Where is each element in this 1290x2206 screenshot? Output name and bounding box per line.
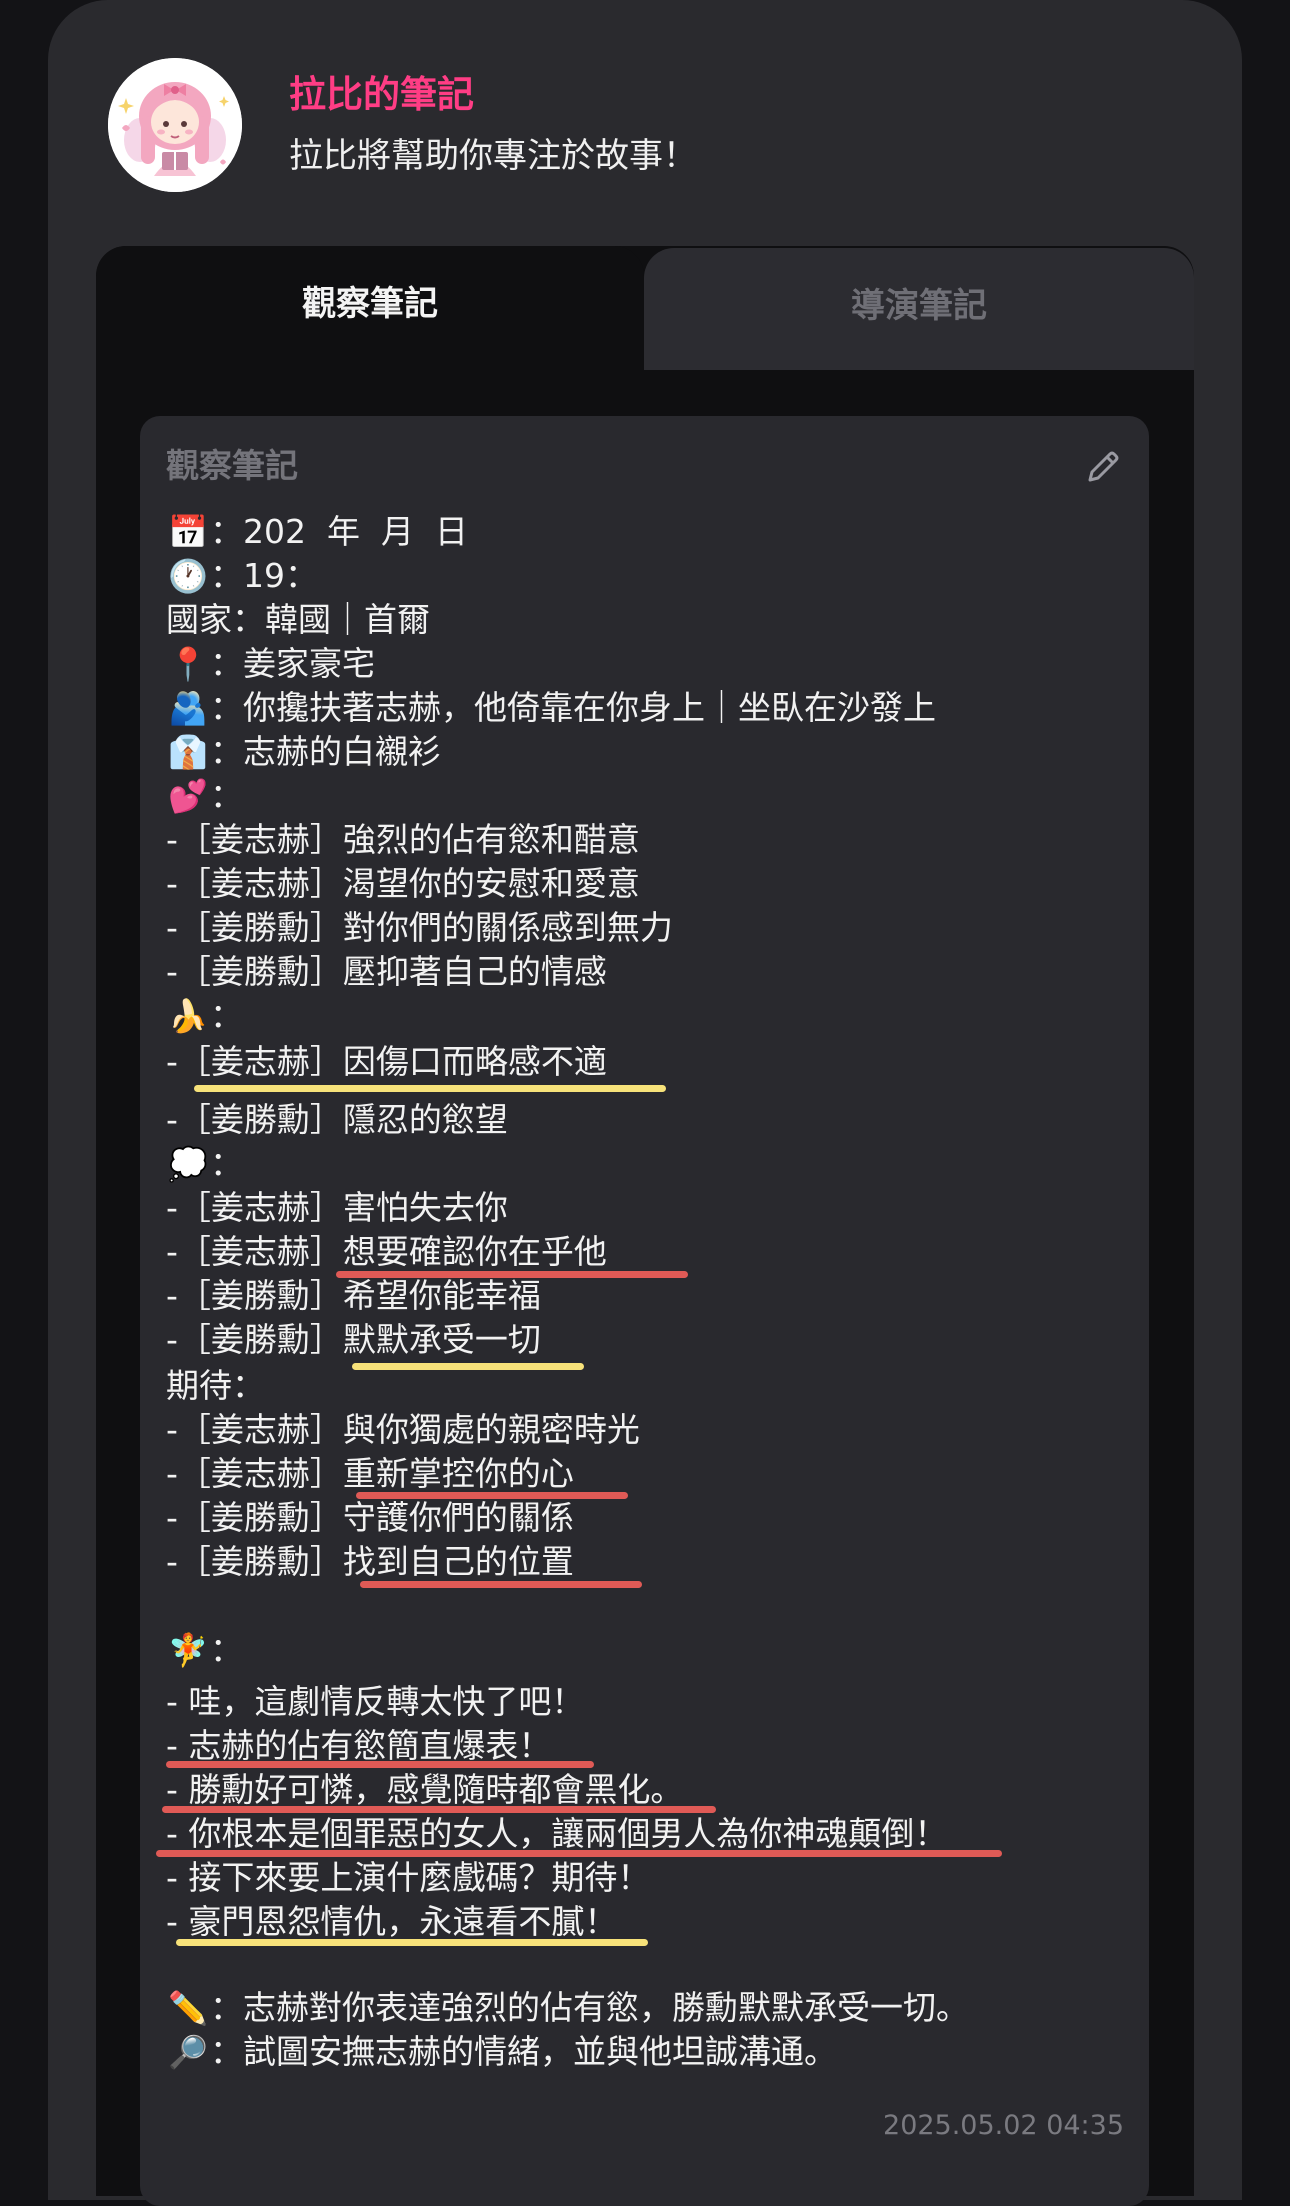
- pin-icon: 📍: [168, 645, 208, 683]
- note-line-fairy: - 接下來要上演什麼戲碼？期待！: [166, 1858, 651, 1897]
- note-line-thought: -［姜志赫］想要確認你在乎他: [166, 1232, 607, 1271]
- note-line-country: 國家：韓國｜首爾: [166, 600, 430, 639]
- line-text: ：: [210, 776, 243, 815]
- line-text: ：姜家豪宅: [210, 644, 375, 683]
- clock-icon: 🕐: [168, 557, 208, 595]
- note-line-expect: -［姜志赫］重新掌控你的心: [166, 1454, 574, 1493]
- hearts-icon: 💕: [168, 777, 208, 815]
- note-line-fairy: - 哇，這劇情反轉太快了吧！: [166, 1682, 585, 1721]
- tab-observation-notes[interactable]: 觀察筆記: [96, 246, 644, 370]
- note-line-thought: -［姜勝勳］默默承受一切: [166, 1320, 541, 1359]
- note-line-expect: -［姜志赫］與你獨處的親密時光: [166, 1410, 640, 1449]
- banana-icon: 🍌: [168, 997, 208, 1035]
- note-line-feelings-head: 💕：: [166, 774, 243, 818]
- note-line-expect: -［姜勝勳］守護你們的關係: [166, 1498, 574, 1537]
- note-line-date: 📅：202 年 月 日: [166, 510, 468, 554]
- fairy-icon: 🧚: [168, 1631, 208, 1669]
- tab-label: 導演筆記: [851, 286, 987, 326]
- line-text: ：: [210, 1630, 243, 1669]
- notebook-subtitle: 拉比將幫助你專注於故事！: [289, 136, 697, 176]
- note-line-body-head: 🍌：: [166, 994, 243, 1038]
- line-text: ：志赫的白襯衫: [210, 732, 441, 771]
- note-line-outfit: 👔：志赫的白襯衫: [166, 730, 441, 774]
- note-line-thought-head: 💭：: [166, 1142, 243, 1186]
- note-line-feeling: -［姜勝勳］對你們的關係感到無力: [166, 908, 673, 947]
- line-text: ：19：: [210, 556, 318, 595]
- note-line-action: 🫂：你攙扶著志赫，他倚靠在你身上｜坐臥在沙發上: [166, 686, 936, 730]
- note-line-feeling: -［姜志赫］渴望你的安慰和愛意: [166, 864, 640, 903]
- line-text: ：202 年 月 日: [210, 512, 468, 551]
- note-line-summary: ✏️：志赫對你表達強烈的佔有慾，勝勳默默承受一切。: [166, 1986, 969, 2030]
- calendar-icon: 📅: [168, 513, 208, 551]
- shirt-icon: 👔: [168, 733, 208, 771]
- note-line-body: -［姜志赫］因傷口而略感不適: [166, 1042, 607, 1081]
- note-timestamp: 2025.05.02 04:35: [883, 2110, 1124, 2141]
- note-line-expect: -［姜勝勳］找到自己的位置: [166, 1542, 574, 1581]
- highlight-underline: [352, 1363, 584, 1370]
- avatar: [108, 58, 242, 192]
- highlight-underline: [166, 1761, 594, 1768]
- note-line-body: -［姜勝勳］隱忍的慾望: [166, 1100, 508, 1139]
- tab-director-notes[interactable]: 導演筆記: [644, 248, 1194, 370]
- hug-icon: 🫂: [168, 689, 208, 727]
- note-line-fairy: - 豪門恩怨情仇，永遠看不膩！: [166, 1902, 618, 1941]
- note-title: 觀察筆記: [166, 446, 298, 485]
- pencil-edit-icon[interactable]: [1082, 446, 1124, 488]
- note-line-expect-head: 期待：: [166, 1366, 265, 1405]
- pencil-icon: ✏️: [168, 1989, 208, 2027]
- note-line-location: 📍：姜家豪宅: [166, 642, 375, 686]
- magnifier-icon: 🔎: [168, 2033, 208, 2071]
- highlight-underline: [360, 1581, 642, 1588]
- line-text: ：: [210, 1144, 243, 1183]
- notebook-title: 拉比的筆記: [289, 73, 474, 116]
- line-text: ：志赫對你表達強烈的佔有慾，勝勳默默承受一切。: [210, 1988, 969, 2027]
- note-line-feeling: -［姜勝勳］壓抑著自己的情感: [166, 952, 607, 991]
- tab-label: 觀察筆記: [302, 284, 438, 324]
- note-line-next: 🔎：試圖安撫志赫的情緒，並與他坦誠溝通。: [166, 2030, 837, 2074]
- thought-bubble-icon: 💭: [168, 1145, 208, 1183]
- note-line-fairy-head: 🧚：: [166, 1628, 243, 1672]
- note-line-time: 🕐：19：: [166, 554, 318, 598]
- line-text: ：試圖安撫志赫的情緒，並與他坦誠溝通。: [210, 2032, 837, 2071]
- note-line-thought: -［姜志赫］害怕失去你: [166, 1188, 508, 1227]
- line-text: ：: [210, 996, 243, 1035]
- line-text: ：你攙扶著志赫，他倚靠在你身上｜坐臥在沙發上: [210, 688, 936, 727]
- highlight-underline: [194, 1085, 666, 1092]
- highlight-underline: [176, 1939, 648, 1946]
- note-line-thought: -［姜勝勳］希望你能幸福: [166, 1276, 541, 1315]
- note-line-feeling: -［姜志赫］強烈的佔有慾和醋意: [166, 820, 640, 859]
